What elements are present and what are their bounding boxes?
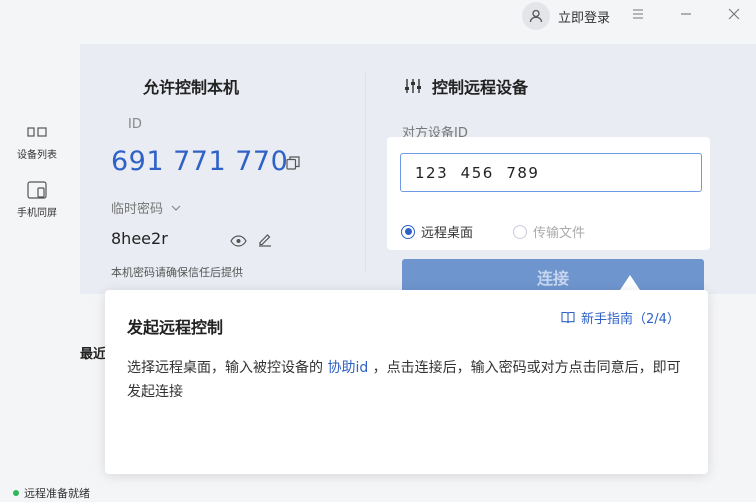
chevron-down-icon: [171, 205, 181, 211]
radio-label: 传输文件: [533, 226, 586, 241]
guide-body-text: 选择远程桌面，输入被控设备的: [127, 360, 328, 376]
minimize-icon[interactable]: [675, 3, 697, 25]
status-dot-icon: [13, 490, 19, 496]
rail-item-label: 手机同屏: [17, 208, 57, 219]
menu-icon[interactable]: [627, 3, 649, 25]
radio-label: 远程桌面: [421, 226, 474, 241]
status-bar: 远程准备就绪: [13, 485, 90, 501]
login-button[interactable]: 立即登录: [522, 1, 610, 31]
password-hint: 本机密码请确保信任后提供: [111, 266, 243, 279]
peer-id-input[interactable]: [400, 153, 702, 192]
close-icon[interactable]: [723, 3, 745, 25]
copy-icon[interactable]: [286, 155, 300, 174]
sliders-icon: [405, 79, 421, 93]
status-text: 远程准备就绪: [24, 487, 90, 500]
rail-item-label: 设备列表: [17, 150, 57, 161]
beginner-guide-label: 新手指南（2/4）: [581, 312, 680, 327]
rail-item-device-list[interactable]: 设备列表: [8, 122, 66, 161]
radio-checked-icon: [401, 224, 415, 239]
login-label: 立即登录: [558, 10, 611, 26]
eye-icon[interactable]: [230, 232, 247, 251]
device-id: 691 771 770: [111, 146, 289, 177]
radio-transfer-file[interactable]: 传输文件: [513, 222, 585, 241]
guide-body-highlight: 协助id: [327, 360, 369, 376]
book-icon: [561, 311, 575, 324]
user-icon: [522, 2, 550, 30]
radio-unchecked-icon: [513, 224, 527, 239]
radio-remote-desktop[interactable]: 远程桌面: [401, 222, 473, 241]
phone-mirror-icon: [26, 180, 48, 200]
recent-section-title: 最近: [80, 347, 107, 362]
title-bar: 立即登录: [0, 0, 756, 30]
temp-password-dropdown[interactable]: 临时密码: [111, 198, 181, 217]
device-id-label: ID: [128, 117, 142, 132]
temp-password-value: 8hee2r: [111, 229, 168, 248]
allow-control-title: 允许控制本机: [143, 78, 240, 97]
popover-arrow: [620, 275, 640, 290]
rail-item-phone-mirror[interactable]: 手机同屏: [8, 180, 66, 219]
remote-control-title: 控制远程设备: [404, 74, 528, 98]
guide-body: 选择远程桌面，输入被控设备的 协助id ，点击连接后，输入密码或对方点击同意后，…: [127, 356, 689, 404]
panel-divider: [365, 72, 366, 272]
beginner-guide-link[interactable]: 新手指南（2/4）: [561, 308, 680, 327]
device-list-icon: [26, 122, 48, 142]
remote-control-title-text: 控制远程设备: [432, 78, 529, 97]
temp-password-label: 临时密码: [111, 202, 164, 217]
edit-icon[interactable]: [257, 231, 273, 251]
guide-title: 发起远程控制: [127, 318, 224, 337]
